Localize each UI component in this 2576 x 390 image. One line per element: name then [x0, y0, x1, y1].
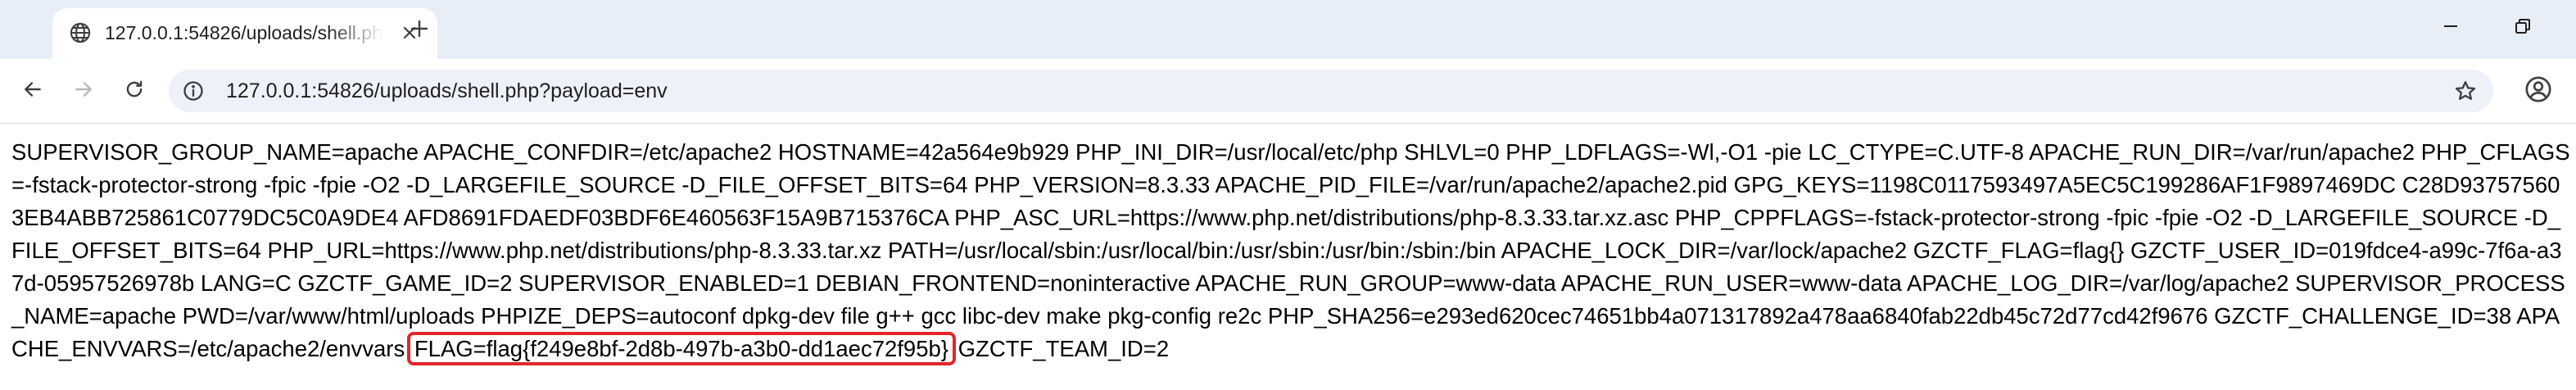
tab-strip: 127.0.0.1:54826/uploads/shell.php?payloa…: [0, 0, 2576, 59]
browser-tab[interactable]: 127.0.0.1:54826/uploads/shell.php?payloa…: [52, 8, 437, 59]
arrow-left-icon: [22, 79, 43, 104]
restore-icon: [2514, 17, 2532, 39]
restore-button[interactable]: [2503, 10, 2542, 46]
forward-button[interactable]: [66, 73, 102, 109]
account-circle-icon: [2524, 75, 2552, 107]
new-tab-button[interactable]: [401, 12, 437, 48]
tab-title: 127.0.0.1:54826/uploads/shell.php?payloa…: [105, 22, 383, 43]
back-button[interactable]: [15, 73, 51, 109]
env-output-text: SUPERVISOR_GROUP_NAME=apache APACHE_CONF…: [11, 139, 2570, 361]
globe-icon: [69, 21, 92, 44]
env-output-tail: GZCTF_TEAM_ID=2: [958, 336, 1170, 361]
address-bar[interactable]: 127.0.0.1:54826/uploads/shell.php?payloa…: [169, 70, 2493, 112]
reload-button[interactable]: [116, 73, 152, 109]
flag-highlight: FLAG=flag{f249e8bf-2d8b-497b-a3b0-dd1aec…: [406, 332, 957, 365]
plus-icon: [410, 19, 429, 43]
browser-toolbar: 127.0.0.1:54826/uploads/shell.php?payloa…: [0, 59, 2576, 124]
minimize-button[interactable]: [2431, 10, 2470, 46]
url-text[interactable]: 127.0.0.1:54826/uploads/shell.php?payloa…: [226, 79, 668, 103]
arrow-right-icon: [73, 79, 94, 104]
page-output: SUPERVISOR_GROUP_NAME=apache APACHE_CONF…: [11, 136, 2571, 365]
profile-button[interactable]: [2518, 70, 2559, 111]
minimize-icon: [2442, 17, 2460, 39]
reload-icon: [124, 79, 145, 104]
star-icon[interactable]: [2451, 76, 2480, 106]
info-icon[interactable]: [180, 78, 206, 104]
